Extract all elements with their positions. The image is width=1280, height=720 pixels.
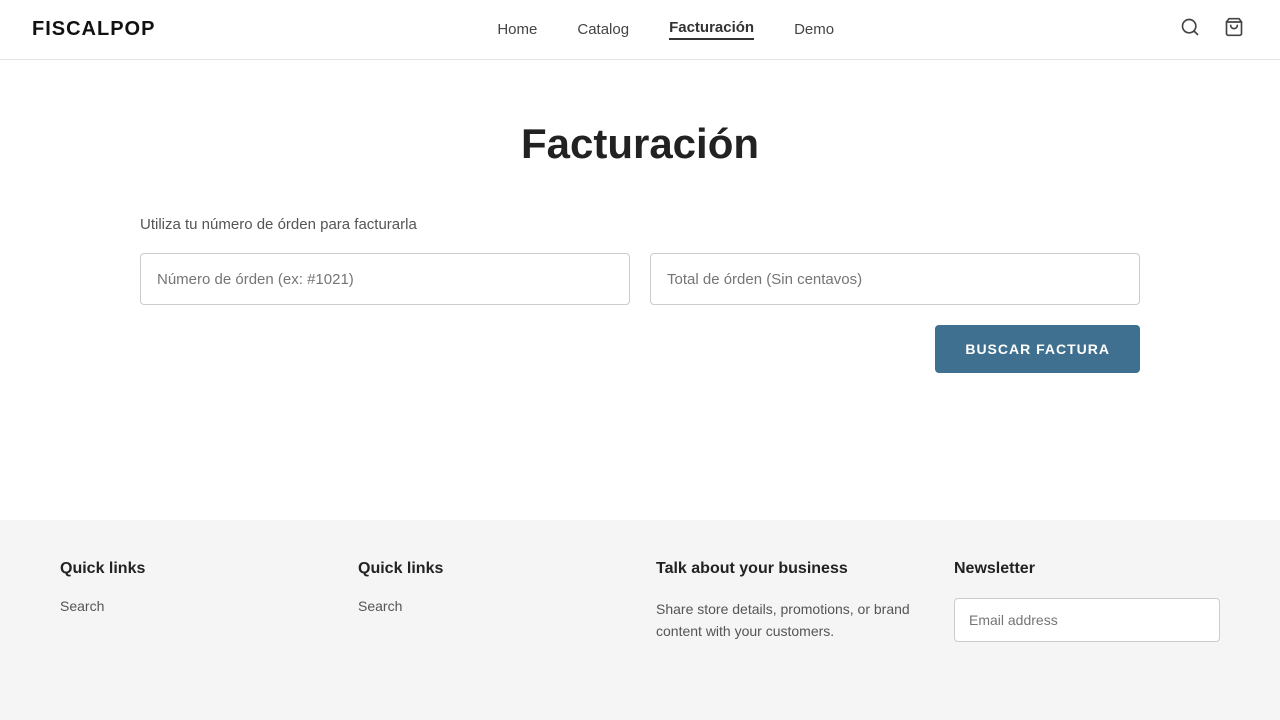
site-header: FISCALPOP Home Catalog Facturación Demo [0,0,1280,60]
footer-col-4: Newsletter [954,560,1220,643]
form-actions: BUSCAR FACTURA [140,325,1140,373]
footer-col3-heading: Talk about your business [656,560,922,578]
form-row [140,253,1140,305]
header-actions [1176,13,1248,47]
site-footer: Quick links Search Quick links Search Ta… [0,520,1280,720]
nav-home[interactable]: Home [497,21,537,38]
footer-col4-heading: Newsletter [954,560,1220,578]
footer-col-2: Quick links Search [358,560,624,643]
facturacion-form-section: Utiliza tu número de órden para facturar… [140,216,1140,373]
search-icon[interactable] [1176,13,1204,47]
footer-col1-search-link[interactable]: Search [60,598,326,614]
footer-col1-heading: Quick links [60,560,326,578]
cart-icon[interactable] [1220,13,1248,47]
footer-col2-heading: Quick links [358,560,624,578]
page-title: Facturación [521,120,759,168]
main-nav: Home Catalog Facturación Demo [497,19,834,40]
buscar-factura-button[interactable]: BUSCAR FACTURA [935,325,1140,373]
nav-catalog[interactable]: Catalog [577,21,629,38]
footer-grid: Quick links Search Quick links Search Ta… [60,560,1220,643]
footer-col-3: Talk about your business Share store det… [656,560,922,643]
form-description: Utiliza tu número de órden para facturar… [140,216,1140,233]
newsletter-email-input[interactable] [954,598,1220,642]
footer-col-1: Quick links Search [60,560,326,643]
nav-demo[interactable]: Demo [794,21,834,38]
nav-facturacion[interactable]: Facturación [669,19,754,40]
footer-col3-description: Share store details, promotions, or bran… [656,598,922,643]
order-total-input[interactable] [650,253,1140,305]
main-content: Facturación Utiliza tu número de órden p… [0,60,1280,520]
order-number-input[interactable] [140,253,630,305]
brand-logo[interactable]: FISCALPOP [32,18,155,41]
footer-col2-search-link[interactable]: Search [358,598,624,614]
